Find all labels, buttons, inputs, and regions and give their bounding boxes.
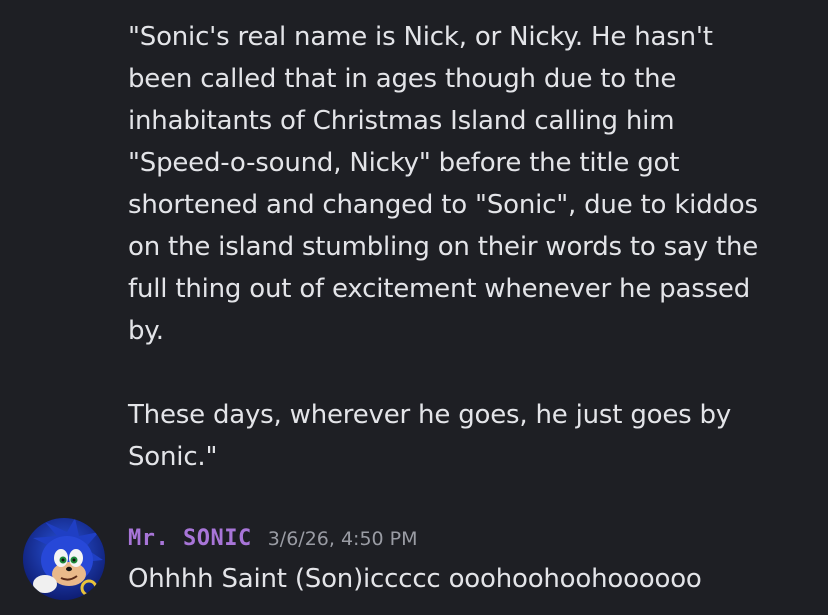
- username[interactable]: Mr. SONIC: [128, 526, 252, 551]
- message-paragraph-2: These days, wherever he goes, he just go…: [128, 394, 808, 478]
- message-line: "Sonic's real name is Nick, or Nicky. He…: [128, 22, 713, 52]
- message-line: full thing out of excitement whenever he…: [128, 274, 751, 304]
- message-content: Ohhhh Saint (Son)iccccc ooohoohoohoooooo: [128, 564, 702, 594]
- sonic-avatar-icon[interactable]: [23, 518, 105, 600]
- message-line: been called that in ages though due to t…: [128, 64, 677, 94]
- message-line: inhabitants of Christmas Island calling …: [128, 106, 675, 136]
- message-paragraph-1: "Sonic's real name is Nick, or Nicky. He…: [128, 16, 808, 352]
- message-header: Mr. SONIC 3/6/26, 4:50 PM: [128, 526, 418, 554]
- chat-view: "Sonic's real name is Nick, or Nicky. He…: [0, 0, 828, 615]
- message-line: shortened and changed to "Sonic", due to…: [128, 190, 758, 220]
- message-line: "Speed-o-sound, Nicky" before the title …: [128, 148, 680, 178]
- message-line: Sonic.": [128, 442, 218, 472]
- message-line: These days, wherever he goes, he just go…: [128, 400, 732, 430]
- message-line: by.: [128, 316, 164, 346]
- timestamp: 3/6/26, 4:50 PM: [267, 528, 418, 550]
- message-group: Mr. SONIC 3/6/26, 4:50 PM Ohhhh Saint (S…: [0, 512, 828, 615]
- previous-message: "Sonic's real name is Nick, or Nicky. He…: [128, 16, 808, 478]
- message-line: on the island stumbling on their words t…: [128, 232, 759, 262]
- avatar-image: [23, 518, 105, 600]
